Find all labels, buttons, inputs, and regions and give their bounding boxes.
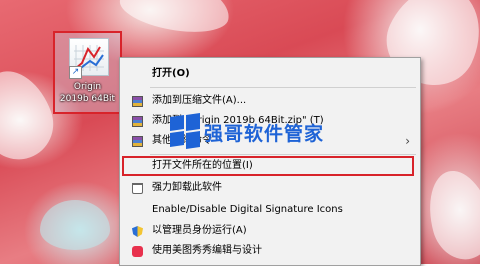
winrar-icon bbox=[132, 116, 143, 127]
menu-separator bbox=[150, 87, 416, 88]
menu-separator bbox=[150, 154, 416, 155]
context-menu: 打开(O) 添加到压缩文件(A)... 添加到 "Origin 2019b 64… bbox=[119, 57, 421, 266]
wallpaper-petal bbox=[116, 0, 234, 40]
menu-item-label: 添加到压缩文件(A)... bbox=[152, 95, 247, 106]
highlight-annotation-box bbox=[122, 156, 414, 176]
uac-shield-icon bbox=[132, 226, 143, 237]
desktop-background: ↗ Origin 2019b 64Bit 打开(O) 添加到压缩文件(A)...… bbox=[0, 0, 480, 266]
menu-item-label: Enable/Disable Digital Signature Icons bbox=[152, 204, 343, 215]
wallpaper-petal bbox=[419, 163, 480, 266]
desktop-icon-label: Origin 2019b 64Bit bbox=[59, 82, 116, 104]
menu-item-add-to-archive[interactable]: 添加到压缩文件(A)... bbox=[120, 91, 420, 111]
meitu-icon bbox=[132, 246, 143, 257]
watermark: 强哥软件管家 bbox=[170, 113, 340, 154]
submenu-chevron-icon: › bbox=[405, 134, 410, 148]
menu-item-digital-signature[interactable]: Enable/Disable Digital Signature Icons bbox=[120, 200, 420, 220]
menu-item-label: 打开(O) bbox=[152, 68, 190, 79]
menu-item-meitu-edit[interactable]: 使用美图秀秀编辑与设计 bbox=[120, 241, 420, 261]
menu-item-run-as-admin[interactable]: 以管理员身份运行(A) bbox=[120, 221, 420, 241]
origin-desktop-shortcut[interactable]: ↗ Origin 2019b 64Bit bbox=[53, 31, 122, 114]
menu-item-open[interactable]: 打开(O) bbox=[120, 64, 420, 84]
menu-item-label: 强力卸载此软件 bbox=[152, 182, 222, 193]
menu-item-label: 使用美图秀秀编辑与设计 bbox=[152, 245, 262, 256]
trash-icon bbox=[132, 183, 143, 194]
watermark-text: 强哥软件管家 bbox=[204, 123, 325, 145]
menu-item-label: 以管理员身份运行(A) bbox=[152, 225, 247, 236]
menu-item-force-uninstall[interactable]: 强力卸载此软件 bbox=[120, 178, 420, 198]
winrar-icon bbox=[132, 96, 143, 107]
shortcut-arrow-icon: ↗ bbox=[69, 66, 82, 79]
winrar-icon bbox=[132, 136, 143, 147]
wallpaper-petal bbox=[40, 200, 110, 250]
watermark-logo-icon bbox=[170, 113, 200, 149]
